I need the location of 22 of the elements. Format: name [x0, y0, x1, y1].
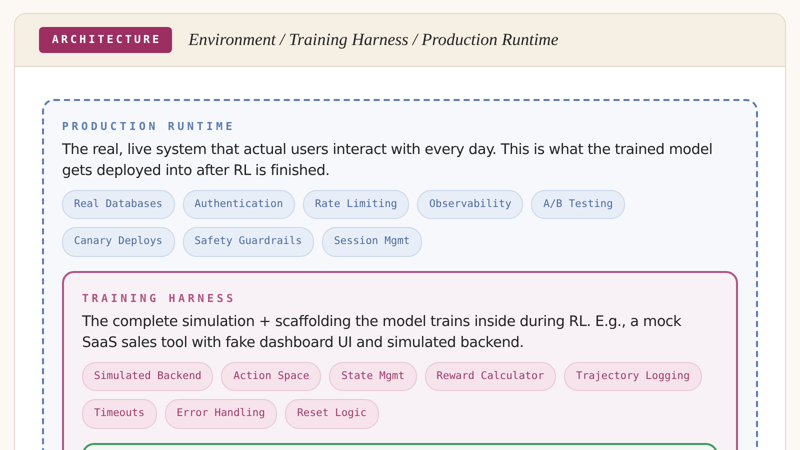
layer-description: The real, live system that actual users interact with every day. This is what the trained model gets deployed into after RL is finished.	[62, 140, 714, 180]
component-tag: Safety Guardrails	[182, 227, 314, 257]
component-tag: Reset Logic	[285, 399, 379, 429]
component-tag: State Mgmt	[329, 362, 417, 392]
component-tag: Timeouts	[82, 399, 157, 429]
component-tag: Session Mgmt	[322, 227, 422, 257]
component-tag: Reward Calculator	[424, 362, 556, 392]
layer-label: TRAINING HARNESS	[82, 291, 237, 307]
component-tag: Error Handling	[164, 399, 278, 429]
layer-description: The complete simulation + scaffolding the model trains inside during RL. E.g., a mock SaaS sales tool with fake dashboard UI and simulated backend.	[82, 312, 682, 352]
component-tag: Simulated Backend	[82, 362, 214, 392]
component-tag: Trajectory Logging	[564, 362, 702, 392]
layer-label: PRODUCTION RUNTIME	[62, 119, 236, 135]
component-tag: Rate Limiting	[303, 190, 410, 220]
component-tag: A/B Testing	[531, 190, 625, 220]
component-tag: Real Databases	[62, 190, 175, 220]
diagram-title: Environment / Training Harness / Production Runtime	[188, 29, 558, 52]
category-badge: ARCHITECTURE	[39, 26, 172, 54]
component-tag: Observability	[417, 190, 524, 220]
component-tag: Canary Deploys	[62, 227, 175, 257]
component-tag: Authentication	[182, 190, 296, 220]
component-tag: Action Space	[221, 362, 322, 392]
